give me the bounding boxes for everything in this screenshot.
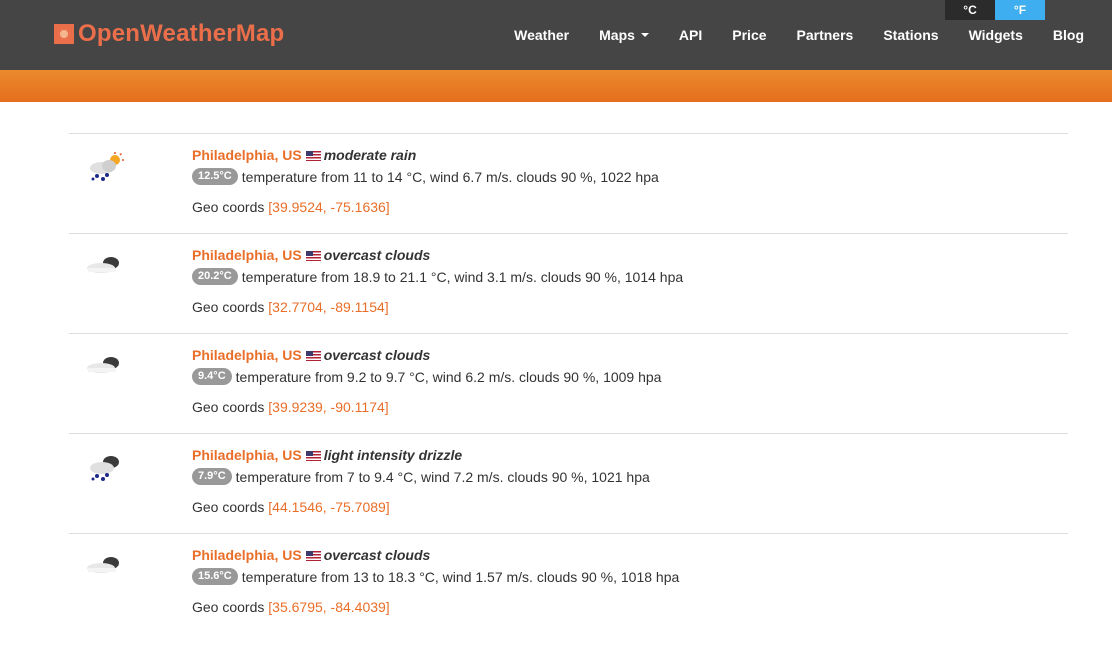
geo-coords: Geo coords [44.1546, -75.7089] — [192, 499, 650, 515]
result-title: Philadelphia, US light intensity drizzle — [192, 447, 650, 465]
city-link[interactable]: Philadelphia, US — [192, 247, 302, 263]
geo-coords-link[interactable]: [44.1546, -75.7089] — [268, 499, 389, 515]
nav-partners[interactable]: Partners — [782, 28, 869, 42]
temperature-badge: 15.6°C — [192, 568, 238, 585]
city-link[interactable]: Philadelphia, US — [192, 447, 302, 463]
us-flag-icon — [305, 351, 321, 361]
nav-maps[interactable]: Maps — [584, 28, 664, 42]
geo-label: Geo coords — [192, 499, 265, 515]
us-flag-icon — [305, 251, 321, 261]
result-row: Philadelphia, US light intensity drizzle … — [69, 433, 1068, 533]
result-row: Philadelphia, US overcast clouds 15.6°C t… — [69, 533, 1068, 633]
overcast-clouds-icon — [87, 257, 119, 273]
weather-summary: 15.6°C temperature from 13 to 18.3 °C, w… — [192, 568, 679, 585]
result-body: Philadelphia, US overcast clouds 9.4°C te… — [192, 347, 661, 415]
us-flag-icon — [305, 151, 321, 161]
geo-coords-link[interactable]: [32.7704, -89.1154] — [268, 299, 388, 315]
geo-label: Geo coords — [192, 199, 265, 215]
drizzle-icon — [90, 456, 119, 481]
geo-coords: Geo coords [39.9239, -90.1174] — [192, 399, 661, 415]
weather-details: temperature from 7 to 9.4 °C, wind 7.2 m… — [235, 468, 650, 485]
weather-condition: moderate rain — [323, 147, 417, 163]
weather-condition: overcast clouds — [323, 547, 431, 563]
weather-summary: 9.4°C temperature from 9.2 to 9.7 °C, wi… — [192, 368, 661, 385]
weather-summary: 7.9°C temperature from 7 to 9.4 °C, wind… — [192, 468, 650, 485]
us-flag-icon — [305, 551, 321, 561]
geo-coords-link[interactable]: [39.9524, -75.1636] — [268, 199, 389, 215]
result-title: Philadelphia, US overcast clouds — [192, 247, 683, 265]
rain-sun-icon — [90, 152, 124, 181]
result-body: Philadelphia, US overcast clouds 15.6°C t… — [192, 547, 679, 615]
weather-condition: overcast clouds — [323, 347, 431, 363]
weather-details: temperature from 11 to 14 °C, wind 6.7 m… — [241, 168, 659, 185]
top-navbar: OpenWeatherMap °C °F Weather Maps API Pr… — [0, 0, 1112, 70]
nav-maps-label: Maps — [599, 27, 635, 43]
result-row: Philadelphia, US overcast clouds 9.4°C te… — [69, 333, 1068, 433]
temperature-badge: 12.5°C — [192, 168, 238, 185]
overcast-clouds-icon — [87, 557, 119, 573]
logo[interactable]: OpenWeatherMap — [54, 20, 284, 48]
city-link[interactable]: Philadelphia, US — [192, 147, 302, 163]
result-title: Philadelphia, US overcast clouds — [192, 547, 679, 565]
overcast-clouds-icon — [87, 357, 119, 373]
weather-summary: 12.5°C temperature from 11 to 14 °C, win… — [192, 168, 659, 185]
temperature-badge: 7.9°C — [192, 468, 232, 485]
geo-coords-link[interactable]: [39.9239, -90.1174] — [268, 399, 388, 415]
nav-price[interactable]: Price — [717, 28, 781, 42]
result-title: Philadelphia, US overcast clouds — [192, 347, 661, 365]
logo-text: OpenWeatherMap — [78, 20, 285, 47]
geo-label: Geo coords — [192, 399, 265, 415]
sun-logo-icon — [54, 24, 74, 44]
nav-blog[interactable]: Blog — [1038, 28, 1112, 42]
result-row: Philadelphia, US overcast clouds 20.2°C t… — [69, 233, 1068, 333]
city-link[interactable]: Philadelphia, US — [192, 347, 302, 363]
weather-details: temperature from 18.9 to 21.1 °C, wind 3… — [241, 268, 684, 285]
geo-label: Geo coords — [192, 299, 265, 315]
geo-coords: Geo coords [39.9524, -75.1636] — [192, 199, 659, 215]
temperature-badge: 9.4°C — [192, 368, 232, 385]
main-nav: Weather Maps API Price Partners Stations… — [499, 0, 1112, 70]
weather-condition: overcast clouds — [323, 247, 431, 263]
geo-label: Geo coords — [192, 599, 265, 615]
weather-details: temperature from 13 to 18.3 °C, wind 1.5… — [241, 568, 680, 585]
weather-summary: 20.2°C temperature from 18.9 to 21.1 °C,… — [192, 268, 683, 285]
nav-weather[interactable]: Weather — [499, 28, 584, 42]
nav-api[interactable]: API — [664, 28, 717, 42]
chevron-down-icon — [640, 33, 649, 37]
result-title: Philadelphia, US moderate rain — [192, 147, 659, 165]
result-body: Philadelphia, US moderate rain 12.5°C tem… — [192, 147, 659, 215]
orange-banner — [0, 70, 1112, 102]
geo-coords: Geo coords [32.7704, -89.1154] — [192, 299, 683, 315]
weather-details: temperature from 9.2 to 9.7 °C, wind 6.2… — [235, 368, 662, 385]
result-body: Philadelphia, US light intensity drizzle … — [192, 447, 650, 515]
nav-widgets[interactable]: Widgets — [954, 28, 1038, 42]
nav-stations[interactable]: Stations — [868, 28, 953, 42]
result-body: Philadelphia, US overcast clouds 20.2°C t… — [192, 247, 683, 315]
results-list: Philadelphia, US moderate rain 12.5°C tem… — [69, 133, 1068, 633]
geo-coords: Geo coords [35.6795, -84.4039] — [192, 599, 679, 615]
temperature-badge: 20.2°C — [192, 268, 238, 285]
weather-condition: light intensity drizzle — [323, 447, 463, 463]
us-flag-icon — [305, 451, 321, 461]
result-row: Philadelphia, US moderate rain 12.5°C tem… — [69, 133, 1068, 233]
geo-coords-link[interactable]: [35.6795, -84.4039] — [268, 599, 389, 615]
city-link[interactable]: Philadelphia, US — [192, 547, 302, 563]
